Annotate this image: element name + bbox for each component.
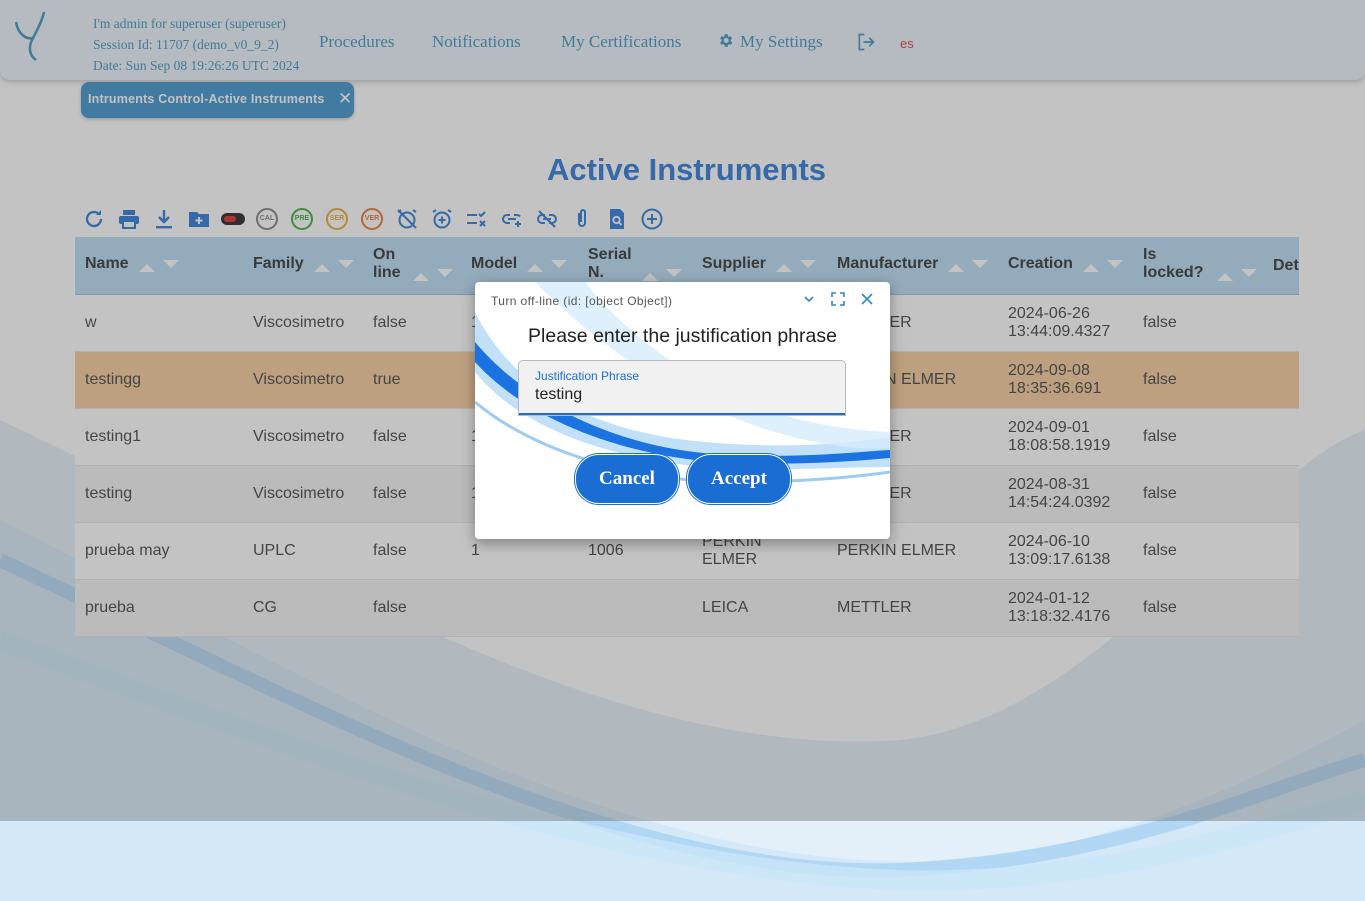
dialog-prompt: Please enter the justification phrase xyxy=(528,325,837,347)
justification-phrase-field[interactable]: Justification Phrase xyxy=(518,360,846,416)
dialog-header-title: Turn off-line (id: [object Object]) xyxy=(491,294,673,308)
justification-phrase-input[interactable] xyxy=(535,386,825,404)
chevron-down-icon[interactable] xyxy=(800,290,818,308)
justification-dialog: Turn off-line (id: [object Object]) Plea… xyxy=(475,282,890,539)
close-icon[interactable] xyxy=(858,290,876,308)
fullscreen-icon[interactable] xyxy=(829,290,847,308)
cancel-button[interactable]: Cancel xyxy=(575,454,679,504)
accept-button[interactable]: Accept xyxy=(687,454,791,504)
justification-phrase-label: Justification Phrase xyxy=(535,369,640,383)
